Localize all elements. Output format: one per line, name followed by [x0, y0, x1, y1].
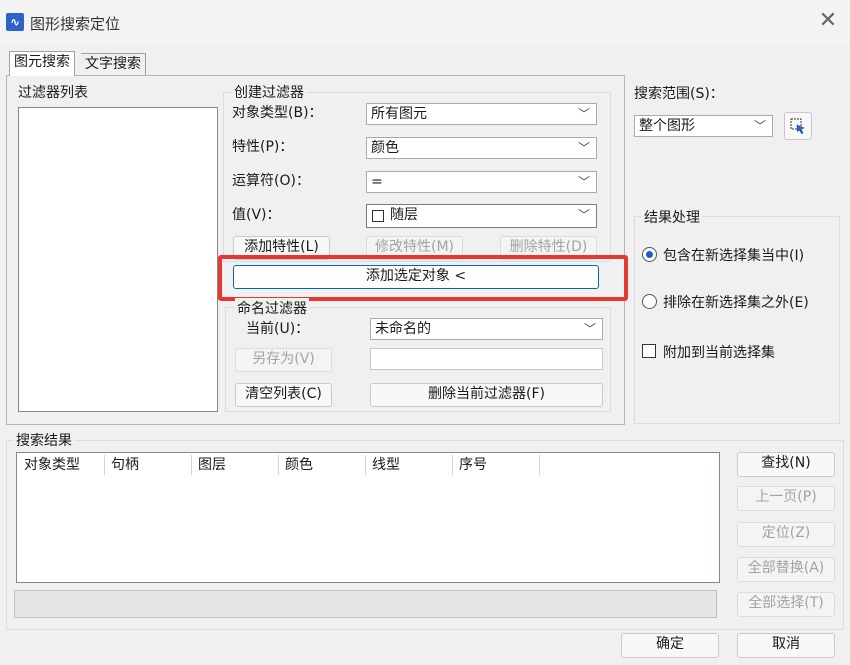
select-objects-icon[interactable]: [784, 112, 812, 140]
clear-list-button[interactable]: 清空列表(C): [235, 383, 332, 407]
column-header-linetype[interactable]: 线型: [366, 455, 453, 475]
close-icon[interactable]: ✕: [816, 10, 840, 34]
chevron-down-icon: ﹀: [577, 141, 590, 155]
object-type-label: 对象类型(B)：: [232, 105, 323, 121]
column-header-handle[interactable]: 句柄: [105, 455, 192, 475]
color-swatch-icon: [372, 210, 384, 222]
filter-list-label: 过滤器列表: [18, 85, 88, 101]
title-bar: ∿ 图形搜索定位 ✕: [0, 0, 850, 46]
replace-all-button[interactable]: 全部替换(A): [737, 557, 835, 582]
filter-list[interactable]: [18, 107, 218, 412]
ok-button[interactable]: 确定: [621, 633, 719, 658]
operator-select[interactable]: = ﹀: [366, 171, 597, 193]
cancel-button[interactable]: 取消: [737, 633, 835, 658]
chevron-down-icon: ﹀: [577, 107, 590, 121]
exclude-new-radio[interactable]: [642, 294, 657, 309]
value-value: 随层: [390, 207, 418, 223]
create-filter-legend: 创建过滤器: [232, 82, 306, 102]
object-type-select[interactable]: 所有图元 ﹀: [366, 103, 597, 125]
search-scope-select[interactable]: 整个图形 ﹀: [634, 115, 773, 137]
value-select[interactable]: 随层 ﹀: [366, 204, 597, 228]
search-scope-value: 整个图形: [639, 118, 695, 134]
current-filter-select[interactable]: 未命名的 ﹀: [370, 318, 603, 340]
search-scope-label: 搜索范围(S)：: [634, 86, 724, 102]
find-button[interactable]: 查找(N): [737, 452, 835, 477]
result-handling-legend: 结果处理: [642, 207, 702, 227]
named-filter-legend: 命名过滤器: [235, 298, 309, 318]
window-title: 图形搜索定位: [30, 15, 121, 33]
value-label: 值(V)：: [232, 207, 281, 223]
column-header-object-type[interactable]: 对象类型: [18, 455, 105, 475]
include-new-radio[interactable]: [642, 247, 657, 262]
chevron-down-icon: ﹀: [583, 322, 596, 336]
column-header-index[interactable]: 序号: [453, 455, 540, 475]
tab-element-search[interactable]: 图元搜索: [9, 51, 75, 76]
status-bar: [14, 590, 717, 618]
cad-app-icon: ∿: [6, 13, 24, 31]
append-current-checkbox[interactable]: [642, 344, 656, 358]
select-all-button[interactable]: 全部选择(T): [737, 592, 835, 617]
chevron-down-icon: ﹀: [753, 119, 766, 133]
append-current-label: 附加到当前选择集: [663, 345, 775, 361]
current-filter-label: 当前(U)：: [246, 321, 310, 337]
search-results-legend: 搜索结果: [14, 430, 74, 450]
column-header-layer[interactable]: 图层: [192, 455, 279, 475]
chevron-down-icon: ﹀: [577, 208, 590, 222]
property-value: 颜色: [371, 140, 399, 156]
property-select[interactable]: 颜色 ﹀: [366, 137, 597, 159]
column-header-color[interactable]: 颜色: [279, 455, 366, 475]
exclude-new-label: 排除在新选择集之外(E): [663, 295, 809, 311]
object-type-value: 所有图元: [371, 106, 427, 122]
annotation-highlight-box: [218, 255, 628, 301]
prev-page-button[interactable]: 上一页(P): [737, 486, 835, 511]
property-label: 特性(P)：: [232, 139, 294, 155]
current-filter-value: 未命名的: [375, 321, 431, 337]
operator-value: =: [371, 174, 383, 190]
locate-button[interactable]: 定位(Z): [737, 522, 835, 547]
save-as-name-input[interactable]: [370, 348, 603, 370]
tab-text-search[interactable]: 文字搜索: [81, 53, 146, 75]
include-new-label: 包含在新选择集当中(I): [663, 248, 805, 264]
delete-current-filter-button[interactable]: 删除当前过滤器(F): [370, 383, 603, 407]
operator-label: 运算符(O)：: [232, 173, 310, 189]
save-as-button[interactable]: 另存为(V): [235, 348, 332, 372]
chevron-down-icon: ﹀: [577, 175, 590, 189]
